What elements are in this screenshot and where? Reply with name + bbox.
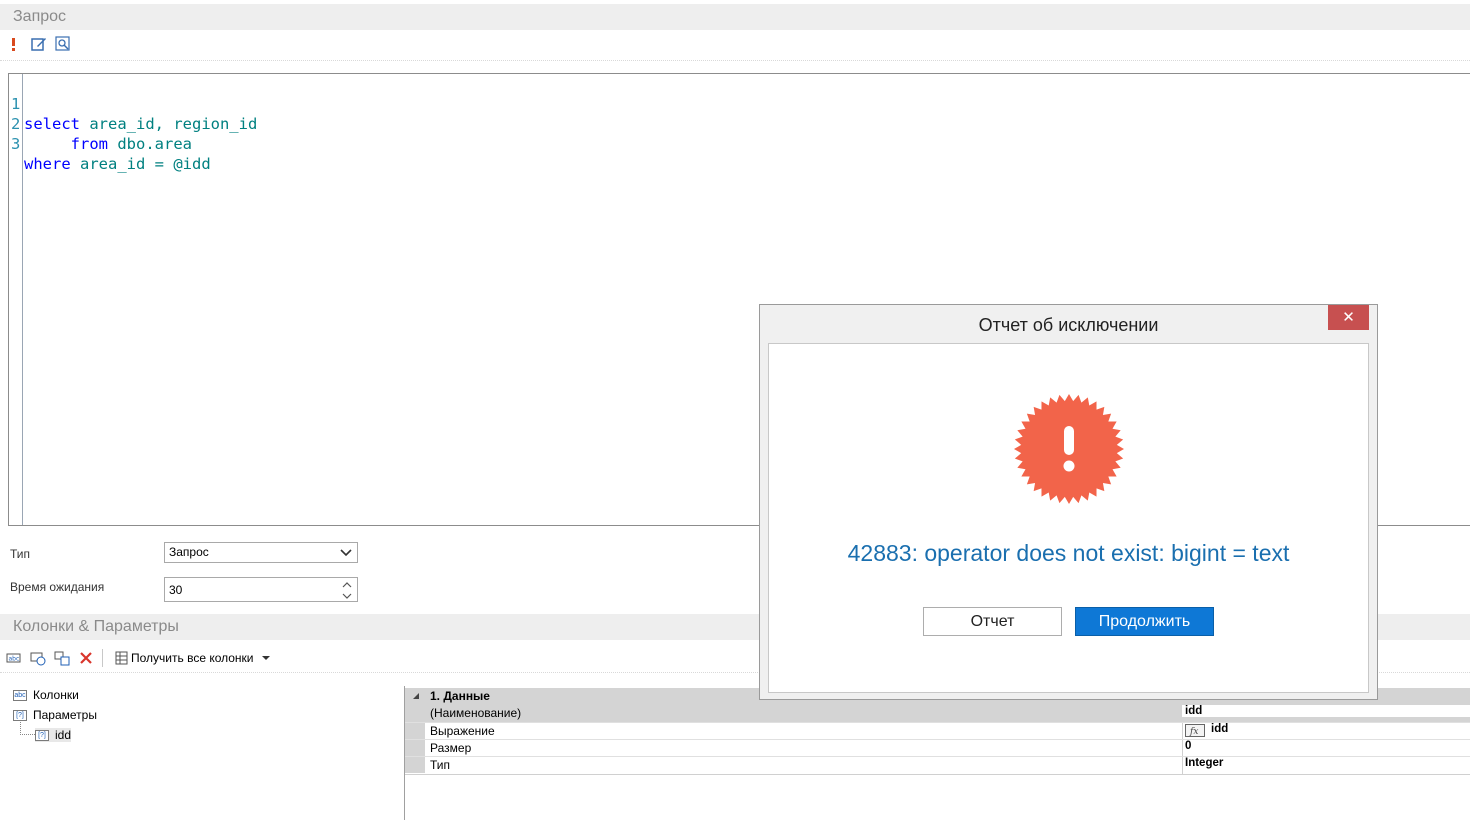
columns-toolbar: abc Получить все колонки	[6, 649, 270, 667]
code-token: area_id, region_id	[80, 115, 258, 133]
tree-item-param-idd[interactable]: [?] idd	[35, 728, 72, 742]
dialog-body: 42883: operator does not exist: bigint =…	[768, 343, 1369, 693]
property-value[interactable]: 0	[1185, 740, 1191, 752]
timeout-value: 30	[169, 583, 183, 597]
code-line-2: 2 from dbo.area	[9, 94, 192, 153]
delete-icon[interactable]	[78, 650, 94, 666]
property-category-label: 1. Данные	[430, 689, 490, 703]
tree-item-parameters[interactable]: [?] Параметры	[13, 708, 97, 722]
expression-icon[interactable]: fx	[1185, 724, 1205, 737]
property-row[interactable]: Выражение fx idd	[405, 722, 1470, 740]
property-name: (Наименование)	[430, 706, 522, 720]
toolbar-separator	[102, 649, 103, 667]
type-select-value: Запрос	[169, 545, 209, 559]
preview-icon[interactable]	[55, 36, 71, 52]
add-calculated-column-icon[interactable]	[30, 650, 46, 666]
query-section-header: Запрос	[0, 4, 1470, 30]
dropdown-arrow-icon[interactable]	[261, 655, 270, 661]
stepper-down-icon[interactable]	[342, 593, 352, 600]
columns-section-title: Колонки & Параметры	[13, 618, 179, 635]
stepper-up-icon[interactable]	[342, 581, 352, 588]
timeout-label: Время ожидания	[10, 580, 105, 594]
code-token: area_id = @idd	[70, 155, 211, 173]
property-value[interactable]: idd	[1182, 705, 1470, 717]
property-row[interactable]: Тип Integer	[405, 756, 1470, 775]
property-value[interactable]: Integer	[1185, 757, 1223, 769]
property-value[interactable]: idd	[1211, 723, 1228, 735]
svg-text:fx: fx	[1189, 727, 1198, 737]
columns-icon: abc	[13, 689, 27, 701]
tree-item-columns[interactable]: abc Колонки	[13, 688, 79, 702]
add-parameter-icon[interactable]	[54, 650, 70, 666]
error-badge-icon	[1014, 394, 1124, 504]
toolbar-divider	[0, 60, 1470, 61]
code-token: dbo.area	[108, 135, 192, 153]
code-token: where	[24, 155, 71, 173]
close-icon: ✕	[1342, 308, 1355, 326]
type-label: Тип	[10, 547, 31, 561]
get-all-columns-button[interactable]: Получить все колонки	[115, 651, 270, 665]
dialog-title: Отчет об исключении	[978, 315, 1159, 335]
close-button[interactable]: ✕	[1328, 305, 1369, 330]
property-grid: 1. Данные (Наименование) idd Выражение f…	[404, 686, 1470, 820]
line-number: 3	[11, 135, 21, 153]
query-toolbar	[7, 36, 79, 52]
exception-dialog: Отчет об исключении ✕ 42883: operator do…	[759, 304, 1378, 700]
svg-text:abc: abc	[9, 656, 20, 663]
parameter-icon: [?]	[35, 729, 49, 741]
query-section-title: Запрос	[13, 8, 67, 25]
error-message: 42883: operator does not exist: bigint =…	[847, 540, 1290, 566]
tree-connector	[20, 722, 35, 735]
add-column-icon[interactable]: abc	[6, 650, 22, 666]
get-all-columns-label: Получить все колонки	[131, 651, 254, 665]
table-icon	[115, 651, 128, 665]
property-name: Выражение	[430, 724, 495, 738]
exclamation-icon[interactable]	[7, 36, 23, 52]
report-button[interactable]: Отчет	[923, 607, 1062, 636]
tree-item-columns-label: Колонки	[33, 688, 79, 702]
code-line-3: 3 where area_id = @idd	[9, 114, 211, 173]
collapse-icon[interactable]	[412, 692, 420, 700]
tree-item-parameters-label: Параметры	[33, 708, 97, 722]
edit-icon[interactable]	[31, 36, 47, 52]
parameters-icon: [?]	[13, 709, 27, 721]
property-name: Размер	[430, 741, 472, 755]
property-row[interactable]: (Наименование) idd	[405, 705, 1470, 722]
chevron-down-icon	[340, 549, 352, 557]
type-select[interactable]: Запрос	[164, 542, 358, 563]
timeout-stepper[interactable]: 30	[164, 577, 358, 602]
continue-button[interactable]: Продолжить	[1075, 607, 1214, 636]
tree-item-param-idd-label: idd	[55, 728, 72, 742]
property-row[interactable]: Размер 0	[405, 739, 1470, 757]
property-name: Тип	[430, 758, 451, 772]
code-line-1: 1 select area_id, region_id	[9, 74, 257, 133]
